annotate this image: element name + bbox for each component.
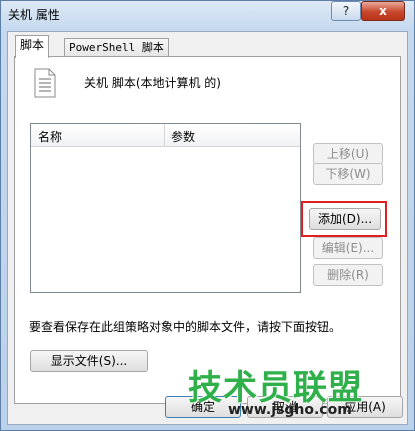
highlight-box bbox=[301, 201, 387, 237]
remove-button[interactable]: 删除(R) bbox=[313, 264, 383, 286]
watermark-url: www.jsgho.com bbox=[228, 402, 352, 418]
window-title: 关机 属性 bbox=[8, 8, 60, 22]
script-list[interactable]: 名称 参数 bbox=[30, 123, 301, 293]
column-params[interactable]: 参数 bbox=[171, 128, 195, 145]
script-header-text: 关机 脚本(本地计算机 的) bbox=[84, 76, 221, 90]
move-up-button[interactable]: 上移(U) bbox=[313, 143, 383, 165]
info-text: 要查看保存在此组策略对象中的脚本文件，请按下面按钮。 bbox=[29, 320, 342, 334]
edit-button[interactable]: 编辑(E)... bbox=[313, 237, 383, 259]
column-name[interactable]: 名称 bbox=[38, 128, 62, 145]
move-down-button[interactable]: 下移(W) bbox=[313, 163, 383, 185]
column-divider[interactable] bbox=[164, 124, 165, 146]
tab-powershell-scripts[interactable]: PowerShell 脚本 bbox=[64, 38, 169, 57]
close-button[interactable]: x bbox=[361, 1, 405, 21]
script-file-icon bbox=[34, 68, 56, 101]
list-header: 名称 参数 bbox=[31, 124, 300, 147]
show-files-button[interactable]: 显示文件(S)... bbox=[30, 350, 148, 372]
tab-scripts[interactable]: 脚本 bbox=[15, 35, 50, 58]
help-button[interactable]: ? bbox=[331, 1, 361, 21]
